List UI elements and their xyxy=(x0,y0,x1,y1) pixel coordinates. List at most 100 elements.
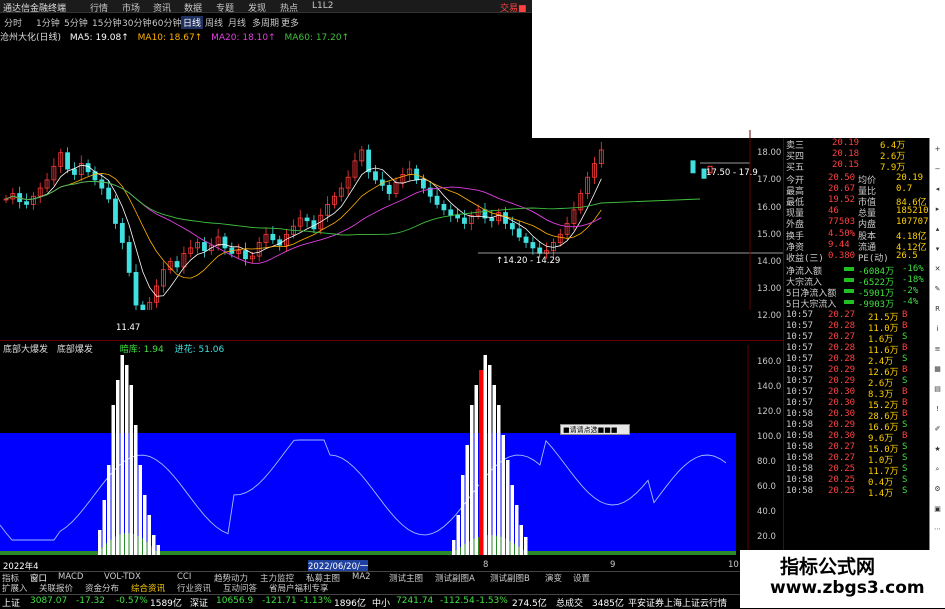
indicator-chart[interactable] xyxy=(0,345,750,560)
tab-period-weekly[interactable]: 周线 xyxy=(205,16,223,29)
tick-price: 20.28 xyxy=(828,321,856,331)
info-tab[interactable]: 资金分布 xyxy=(85,582,119,594)
tab-period-timeshare[interactable]: 分时 xyxy=(4,16,22,29)
zoom-in-icon[interactable]: + xyxy=(932,144,943,155)
tick-side: B xyxy=(902,343,908,353)
info-tab[interactable]: 扩展入 xyxy=(2,582,28,594)
sz-index-label[interactable]: 深证 xyxy=(190,596,208,609)
tick-time: 10:57 xyxy=(786,332,814,342)
tick-side: S xyxy=(902,453,908,463)
bottom-tab[interactable]: CCI xyxy=(177,572,191,582)
cross-icon[interactable]: ✕ xyxy=(932,264,943,275)
indicator-popup[interactable]: ■请请点选■■■ xyxy=(560,424,630,435)
tick-time: 10:58 xyxy=(786,442,814,452)
tab-period-30min[interactable]: 30分钟 xyxy=(122,16,151,29)
ind-tick: 120.0 xyxy=(757,407,782,417)
grid-icon[interactable]: ▦ xyxy=(932,364,943,375)
star-icon[interactable]: ★ xyxy=(932,444,943,455)
draw-icon[interactable]: ✎ xyxy=(932,284,943,295)
ind-tick: 100.0 xyxy=(757,432,782,442)
more-icon[interactable]: ⋯ xyxy=(932,524,943,535)
indicator-bar xyxy=(465,445,469,555)
zx-index-value: 7241.74 xyxy=(396,596,434,606)
indicator-bar xyxy=(156,545,160,555)
sh-index-label[interactable]: 上证 xyxy=(2,596,20,609)
indicator-bar xyxy=(152,535,156,555)
price-tick: 13.00 xyxy=(757,284,782,294)
list-icon[interactable]: ≡ xyxy=(932,344,943,355)
info-tab[interactable]: 关联报价 xyxy=(39,582,73,594)
trade-button[interactable]: 交易■ xyxy=(500,1,527,14)
indicator-bar xyxy=(147,515,151,555)
candle-body xyxy=(373,171,378,181)
menu-item-data[interactable]: 数据 xyxy=(184,1,202,14)
menu-item-topics[interactable]: 专题 xyxy=(216,1,234,14)
info-icon[interactable]: i xyxy=(932,324,943,335)
ind-tick: 140.0 xyxy=(757,382,782,392)
candle-body xyxy=(523,236,529,243)
tab-period-multi[interactable]: 多周期 xyxy=(252,16,279,29)
menu-item-l1l2[interactable]: L1L2 xyxy=(312,1,333,11)
menu-item-market[interactable]: 市场 xyxy=(122,1,140,14)
ind-tick: 160.0 xyxy=(757,357,782,367)
up-icon[interactable]: ▴ xyxy=(932,224,943,235)
tab-period-monthly[interactable]: 月线 xyxy=(228,16,246,29)
menu-item-news[interactable]: 资讯 xyxy=(153,1,171,14)
stock-name: 沧州大化(日线) xyxy=(0,33,62,43)
menu-item-hotspot[interactable]: 热点 xyxy=(280,1,298,14)
print-icon[interactable]: ▣ xyxy=(932,504,943,515)
candle-body xyxy=(106,187,112,200)
info-tab[interactable]: 行业资讯 xyxy=(177,582,211,594)
bottom-tabs: 指标 窗口 MACD VOL-TDX CCI 趋势动力 主力监控 私募主图 MA2 测试主图 测试副… xyxy=(0,571,740,584)
settings-icon[interactable]: ⚙ xyxy=(932,484,943,495)
info-tab[interactable]: 综合资讯 xyxy=(131,582,165,594)
ind-tick: 40.0 xyxy=(757,507,776,517)
tick-time: 10:58 xyxy=(786,464,814,474)
quote-label: 买五 xyxy=(786,163,805,173)
candle-body xyxy=(174,261,180,268)
tick-side: B xyxy=(902,387,908,397)
quote-qty: 7.9万 xyxy=(880,163,906,173)
chart-icon[interactable]: ▤ xyxy=(932,384,943,395)
tab-period-15min[interactable]: 15分钟 xyxy=(92,16,121,29)
indicator-bar xyxy=(143,495,147,555)
quote-value-2: 0.7 xyxy=(896,184,913,194)
search-icon[interactable]: ⌕ xyxy=(932,464,943,475)
tick-price: 20.30 xyxy=(828,409,856,419)
candle-body xyxy=(126,242,132,273)
bottom-tab[interactable]: MA2 xyxy=(352,572,371,582)
price-tick: 14.00 xyxy=(757,257,782,267)
tick-side: S xyxy=(902,376,908,386)
tick-time: 10:57 xyxy=(786,354,814,364)
tab-period-more[interactable]: 更多 xyxy=(281,16,299,29)
tab-period-1min[interactable]: 1分钟 xyxy=(36,16,60,29)
down-icon[interactable]: ▾ xyxy=(932,244,943,255)
info-tab[interactable]: 省局户福利专享 xyxy=(269,582,329,594)
candle-body xyxy=(113,198,118,224)
alert-icon[interactable]: ! xyxy=(932,404,943,415)
tick-time: 10:58 xyxy=(786,420,814,430)
tick-side: S xyxy=(902,442,908,452)
flow-bar xyxy=(844,289,854,293)
left-icon[interactable]: ◂ xyxy=(932,184,943,195)
info-tab[interactable]: 互动问答 xyxy=(223,582,257,594)
menu-item-quotes[interactable]: 行情 xyxy=(90,1,108,14)
tab-period-daily[interactable]: 日线 xyxy=(181,16,204,29)
tab-period-60min[interactable]: 60分钟 xyxy=(152,16,181,29)
tick-price: 20.29 xyxy=(828,420,856,430)
zoom-out-icon[interactable]: − xyxy=(932,164,943,175)
tick-time: 10:57 xyxy=(786,398,814,408)
tab-period-5min[interactable]: 5分钟 xyxy=(64,16,88,29)
tick-time: 10:58 xyxy=(786,431,814,441)
total-amount: 3485亿 xyxy=(592,599,624,609)
right-icon[interactable]: ▸ xyxy=(932,204,943,215)
zx-index-label[interactable]: 中小 xyxy=(372,596,390,609)
bottom-tab[interactable]: VOL-TDX xyxy=(104,572,141,582)
candle-body xyxy=(448,209,454,216)
menu-item-discover[interactable]: 发现 xyxy=(248,1,266,14)
candle-body xyxy=(222,236,228,249)
rsi-icon[interactable]: R xyxy=(932,304,943,315)
note-icon[interactable]: ✐ xyxy=(932,424,943,435)
kline-chart[interactable] xyxy=(0,110,783,310)
bottom-tab[interactable]: MACD xyxy=(58,572,83,582)
